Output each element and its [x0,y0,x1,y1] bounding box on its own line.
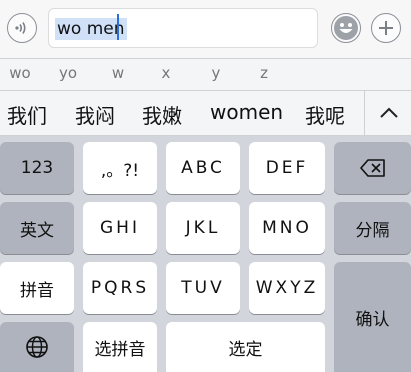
punctuation-key[interactable]: ,。?! [83,142,157,194]
select-pinyin-key[interactable]: 选拼音 [83,322,157,372]
emoji-button[interactable] [331,13,361,43]
ghi-key[interactable]: GHI [83,202,157,254]
select-key[interactable]: 选定 [166,322,325,372]
pqrs-key[interactable]: PQRS [83,262,157,314]
key-label: ABC [181,158,225,178]
input-bar: wo men [0,0,411,59]
key-label: WXYZ [255,278,319,298]
expand-candidates-button[interactable] [364,91,411,135]
pinyin-option[interactable]: z [249,64,279,82]
text-caret [117,14,119,40]
pinyin-option[interactable]: x [151,64,181,82]
candidate-item[interactable]: 我们 [7,100,47,129]
sound-waves-icon [15,22,26,34]
globe-icon [26,336,48,358]
candidate-item[interactable]: 我闷 [75,100,115,129]
key-label: GHI [100,218,140,238]
key-label: 英文 [20,220,54,241]
backspace-key[interactable] [334,142,411,194]
separator-key[interactable]: 分隔 [334,202,411,254]
add-button[interactable] [371,13,401,43]
key-label: 选定 [228,339,263,360]
voice-button[interactable] [7,13,37,43]
wxyz-key[interactable]: WXYZ [249,262,325,314]
candidate-item[interactable]: 我呢 [305,100,345,129]
pinyin-mode-key[interactable]: 拼音 [0,262,74,314]
jkl-key[interactable]: JKL [166,202,240,254]
chevron-up-icon [379,107,398,118]
plus-icon [379,21,393,35]
key-label: DEF [265,158,309,178]
def-key[interactable]: DEF [249,142,325,194]
key-label: 确认 [355,309,390,330]
abc-key[interactable]: ABC [166,142,240,194]
candidate-item[interactable]: women [210,100,283,124]
mno-key[interactable]: MNO [249,202,325,254]
pinyin-option[interactable]: w [103,64,133,82]
pinyin-option[interactable]: y [201,64,231,82]
key-label: MNO [262,218,312,238]
key-label: TUV [181,278,225,298]
confirm-key[interactable]: 确认 [334,262,411,372]
key-label: 拼音 [20,280,54,301]
tuv-key[interactable]: TUV [166,262,240,314]
numbers-key[interactable]: 123 [0,142,74,194]
candidate-item[interactable]: 我嫩 [142,100,182,129]
pinyin-option[interactable]: wo [5,64,35,82]
candidate-bar: 我们 我闷 我嫩 women 我呢 [0,91,411,136]
pinyin-options-row: wo yo w x y z [0,59,411,91]
key-label: 123 [20,158,54,178]
backspace-icon [359,159,385,177]
globe-key[interactable] [0,322,74,372]
smiley-icon [334,16,358,40]
key-label: 选拼音 [94,339,146,360]
message-input[interactable]: wo men [48,8,318,48]
english-key[interactable]: 英文 [0,202,74,254]
key-label: JKL [185,218,221,238]
key-label: ,。?! [100,160,140,181]
pinyin-option[interactable]: yo [53,64,83,82]
key-label: 分隔 [355,220,390,241]
key-label: PQRS [90,278,150,298]
input-text: wo men [55,18,127,40]
